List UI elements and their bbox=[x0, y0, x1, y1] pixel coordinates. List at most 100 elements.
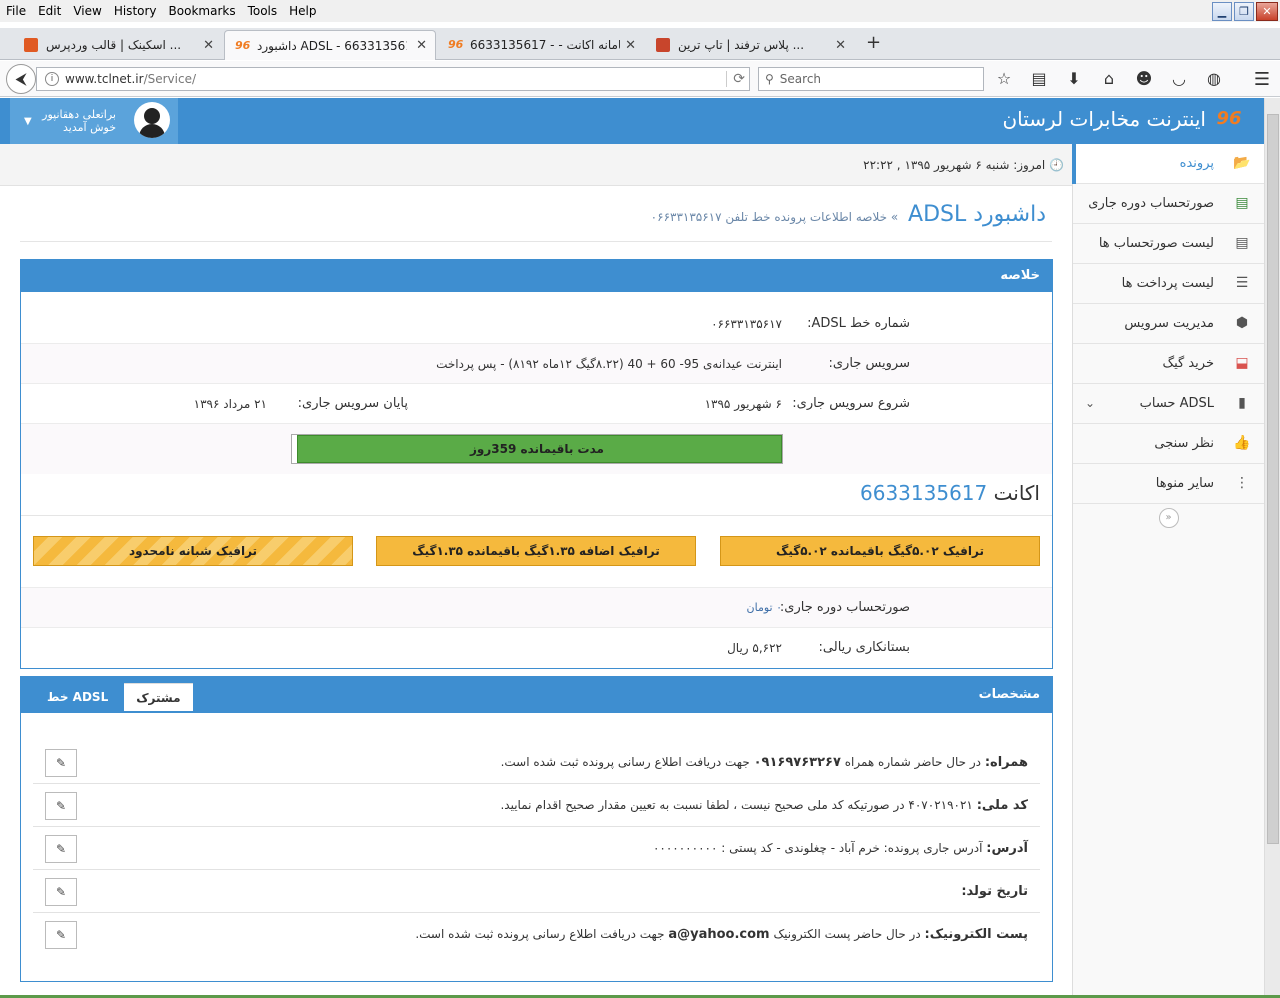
browser-tab-4[interactable]: پلاس ترفند | تاپ ترین ... ✕ bbox=[646, 30, 854, 60]
extension-icon[interactable]: ◍ bbox=[1204, 69, 1224, 88]
account-heading: اکانت 6633135617 bbox=[21, 474, 1052, 516]
sidebar-item-invoices[interactable]: ▤ لیست صورتحساب ها bbox=[1073, 224, 1264, 264]
tab-subscriber[interactable]: مشترک bbox=[124, 683, 193, 711]
summary-title: خلاصه bbox=[21, 260, 1052, 292]
bill-row: صورتحساب دوره جاری: ۰ تومان bbox=[21, 588, 1052, 628]
edit-national-id-button[interactable]: ✎ bbox=[45, 792, 77, 820]
sidebar-item-file[interactable]: 📂 پرونده bbox=[1072, 144, 1264, 184]
caret-down-icon: ▼ bbox=[24, 115, 32, 127]
sidebar: 📂 پرونده ▤ صورتحساب دوره جاری ▤ لیست صور… bbox=[1072, 144, 1264, 996]
breadcrumb: » خلاصه اطلاعات پرونده خط تلفن ۰۶۶۳۳۱۳۵۶… bbox=[650, 210, 899, 224]
bill-value[interactable]: ۰ تومان bbox=[747, 601, 782, 614]
traffic-row: ترافیک ۵.۰۲گیگ باقیمانده ۵.۰۲گیگ ترافیک … bbox=[21, 516, 1052, 588]
folder-open-icon: 📂 bbox=[1233, 155, 1251, 171]
restore-button[interactable]: ❐ bbox=[1234, 2, 1254, 21]
line-row: شماره خط ADSL: ۰۶۶۳۳۱۳۵۶۱۷ bbox=[21, 304, 1052, 344]
sidebar-item-survey[interactable]: 👍 نظر سنجی bbox=[1073, 424, 1264, 464]
user-name: براتعلی دهقانپور bbox=[42, 108, 116, 121]
sidebar-item-other-menus[interactable]: ⋮ سایر منوها bbox=[1073, 464, 1264, 504]
edit-icon: ✎ bbox=[55, 756, 67, 770]
smiley-icon[interactable]: ☻ bbox=[1134, 69, 1154, 88]
start-label: شروع سرویس جاری: bbox=[792, 396, 910, 411]
menu-edit[interactable]: Edit bbox=[32, 4, 67, 18]
sidebar-item-label: صورتحساب دوره جاری bbox=[1088, 196, 1214, 211]
edit-address-button[interactable]: ✎ bbox=[45, 835, 77, 863]
edit-mobile-button[interactable]: ✎ bbox=[45, 749, 77, 777]
close-tab-icon[interactable]: ✕ bbox=[203, 38, 214, 53]
menu-tools[interactable]: Tools bbox=[242, 4, 284, 18]
traffic-extra-badge[interactable]: ترافیک اضافه ۱.۳۵گیگ باقیمانده ۱.۳۵گیگ bbox=[376, 536, 696, 566]
site-header: اینترنت مخابرات لرستان 96 ▼ براتعلی دهقا… bbox=[0, 98, 1264, 144]
collapse-icon[interactable]: » bbox=[1158, 508, 1179, 528]
brand[interactable]: اینترنت مخابرات لرستان 96 bbox=[1002, 106, 1244, 132]
menu-view[interactable]: View bbox=[67, 4, 107, 18]
page-header: داشبورد ADSL » خلاصه اطلاعات پرونده خط ت… bbox=[20, 202, 1052, 242]
edit-birthdate-button[interactable]: ✎ bbox=[45, 878, 77, 906]
traffic-night-badge[interactable]: ترافیک شبانه نامحدود bbox=[33, 536, 353, 566]
search-input[interactable]: ⚲ Search bbox=[758, 67, 984, 91]
browser-tab-2[interactable]: 96 داشبورد ADSL - 6633135617... ✕ bbox=[224, 30, 436, 60]
back-button[interactable]: ⮜ bbox=[6, 64, 36, 94]
sidebar-item-buy-gig[interactable]: ⬓ خرید گیگ bbox=[1073, 344, 1264, 384]
sidebar-item-payments[interactable]: ☰ لیست پرداخت ها bbox=[1073, 264, 1264, 304]
field-label: تاریخ تولد: bbox=[961, 884, 1028, 899]
date-bar: 🕘 امروز: شنبه ۶ شهریور ۱۳۹۵ , ۲۲:۲۲ bbox=[0, 144, 1072, 186]
birthdate-row: تاریخ تولد: ✎ bbox=[33, 870, 1040, 913]
sidebar-item-service[interactable]: ⬢ مدیریت سرویس bbox=[1073, 304, 1264, 344]
user-menu[interactable]: ▼ براتعلی دهقانپور خوش آمدید bbox=[10, 98, 178, 144]
tab-adsl-line[interactable]: خط ADSL bbox=[35, 683, 120, 711]
minimize-button[interactable]: ▁ bbox=[1212, 2, 1232, 21]
specs-panel: مشخصات خط ADSL مشترک همراه: در حال حاضر … bbox=[20, 676, 1053, 982]
edit-icon: ✎ bbox=[55, 799, 67, 813]
credit-row: بستانکاری ریالی: ۵,۶۲۲ ریال bbox=[21, 628, 1052, 668]
close-tab-icon[interactable]: ✕ bbox=[625, 38, 636, 53]
scrollbar-thumb[interactable] bbox=[1267, 114, 1279, 844]
bookmark-star-icon[interactable]: ☆ bbox=[994, 69, 1014, 88]
search-placeholder: Search bbox=[779, 72, 822, 86]
url-bar[interactable]: i www.tclnet.ir/Service/ ⟳ bbox=[36, 67, 750, 91]
close-tab-icon[interactable]: ✕ bbox=[416, 38, 427, 53]
sidebar-item-label: سایر منوها bbox=[1155, 476, 1214, 491]
list-alt-icon: ▤ bbox=[1235, 235, 1249, 251]
close-tab-icon[interactable]: ✕ bbox=[835, 38, 846, 53]
line-label: شماره خط ADSL: bbox=[807, 316, 910, 331]
end-value: ۲۱ مرداد ۱۳۹۶ bbox=[193, 397, 267, 411]
line-value: ۰۶۶۳۳۱۳۵۶۱۷ bbox=[711, 317, 782, 331]
menu-help[interactable]: Help bbox=[283, 4, 322, 18]
close-window-button[interactable]: ✕ bbox=[1256, 2, 1278, 21]
browser-tab-1[interactable]: اسکینک | قالب وردپرس ... ✕ bbox=[14, 30, 222, 60]
edit-icon: ✎ bbox=[55, 842, 67, 856]
service-label: سرویس جاری: bbox=[828, 356, 911, 371]
sidebar-item-current-invoice[interactable]: ▤ صورتحساب دوره جاری bbox=[1073, 184, 1264, 224]
edit-icon: ✎ bbox=[55, 885, 67, 899]
edit-email-button[interactable]: ✎ bbox=[45, 921, 77, 949]
reload-icon[interactable]: ⟳ bbox=[726, 71, 745, 87]
menu-bookmarks[interactable]: Bookmarks bbox=[163, 4, 242, 18]
home-icon[interactable]: ⌂ bbox=[1099, 69, 1119, 88]
tab-title: اسکینک | قالب وردپرس ... bbox=[46, 38, 182, 52]
menu-file[interactable]: File bbox=[0, 4, 32, 18]
vertical-scrollbar[interactable] bbox=[1264, 98, 1280, 996]
page-title: داشبورد ADSL bbox=[908, 202, 1046, 227]
url-text: www.tclnet.ir/Service/ bbox=[65, 72, 196, 86]
breadcrumb-text: خلاصه اطلاعات پرونده خط تلفن ۰۶۶۳۳۱۳۵۶۱۷ bbox=[650, 210, 888, 224]
sidebar-collapse: » bbox=[1073, 504, 1264, 532]
summary-panel: خلاصه شماره خط ADSL: ۰۶۶۳۳۱۳۵۶۱۷ سرویس ج… bbox=[20, 259, 1053, 669]
reading-list-icon[interactable]: ▤ bbox=[1029, 69, 1049, 88]
traffic-main-badge[interactable]: ترافیک ۵.۰۲گیگ باقیمانده ۵.۰۲گیگ bbox=[720, 536, 1040, 566]
browser-tab-3[interactable]: 96 سامانه اکانت - - 6633135617... ✕ bbox=[438, 30, 644, 60]
pocket-icon[interactable]: ◡ bbox=[1169, 69, 1189, 88]
download-icon[interactable]: ⬇ bbox=[1064, 69, 1084, 88]
sidebar-item-adsl-account[interactable]: ⌄ ▮ حساب ADSL bbox=[1073, 384, 1264, 424]
hamburger-menu-icon[interactable]: ☰ bbox=[1254, 69, 1270, 90]
menu-history[interactable]: History bbox=[108, 4, 163, 18]
field-text: در صورتیکه کد ملی صحیح نیست ، لطفا نسبت … bbox=[500, 798, 905, 812]
new-tab-icon[interactable]: + bbox=[866, 32, 881, 53]
address-row: آدرس: آدرس جاری پرونده: خرم آباد - چغلون… bbox=[33, 827, 1040, 870]
sidebar-item-label: حساب ADSL bbox=[1139, 396, 1214, 411]
info-icon[interactable]: i bbox=[45, 72, 59, 86]
address-text: آدرس جاری پرونده: خرم آباد - چغلوندی - ک… bbox=[652, 841, 983, 855]
field-text: جهت دریافت اطلاع رسانی پرونده ثبت شده اس… bbox=[415, 927, 665, 941]
sidebar-item-label: پرونده bbox=[1179, 156, 1214, 171]
progress-text: مدت باقیمانده 359روز bbox=[470, 442, 604, 456]
